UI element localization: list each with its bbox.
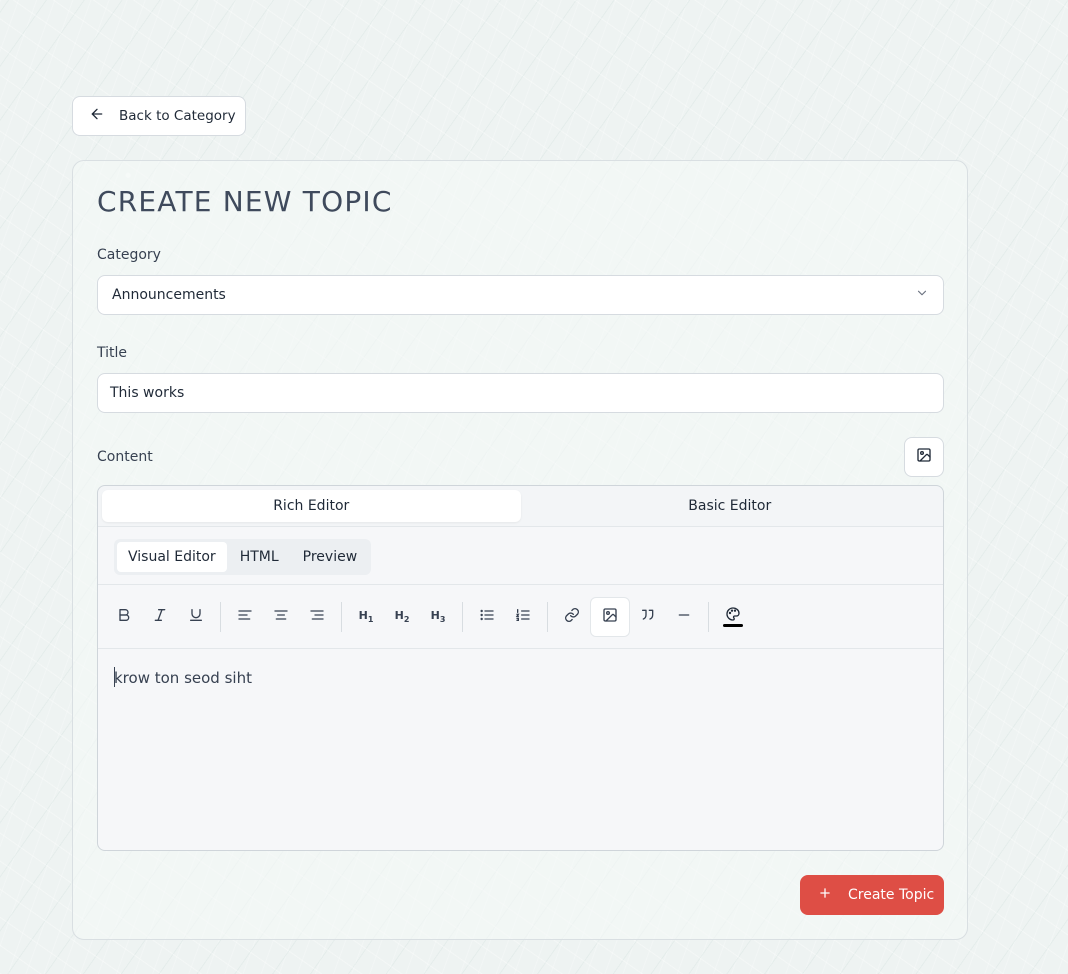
tab-rich-editor[interactable]: Rich Editor — [102, 490, 521, 522]
bold-icon — [116, 607, 132, 626]
underline-button[interactable] — [178, 599, 214, 635]
page-title: CREATE NEW TOPIC — [97, 185, 393, 218]
align-center-button[interactable] — [263, 599, 299, 635]
align-left-icon — [237, 607, 253, 626]
horizontal-rule-button[interactable] — [666, 599, 702, 635]
bullet-list-button[interactable] — [469, 599, 505, 635]
heading-1-icon: H1 — [358, 608, 374, 625]
content-editor: Rich Editor Basic Editor Visual Editor H… — [97, 485, 944, 851]
arrow-left-icon — [89, 106, 105, 126]
title-input[interactable]: This works — [97, 373, 944, 413]
link-button[interactable] — [554, 599, 590, 635]
editor-content-area[interactable]: krow ton seod siht — [114, 667, 252, 687]
palette-icon — [723, 606, 743, 627]
editor-mode-tabs: Rich Editor Basic Editor — [98, 486, 943, 526]
quote-button[interactable] — [630, 599, 666, 635]
toolbar-divider — [462, 601, 463, 632]
heading-2-button[interactable]: H2 — [384, 599, 420, 635]
chevron-down-icon — [915, 286, 929, 304]
align-right-button[interactable] — [299, 599, 335, 635]
align-left-button[interactable] — [227, 599, 263, 635]
link-icon — [564, 607, 580, 626]
align-center-icon — [273, 607, 289, 626]
heading-1-button[interactable]: H1 — [348, 599, 384, 635]
title-input-value: This works — [110, 385, 185, 401]
align-right-icon — [309, 607, 325, 626]
numbered-list-button[interactable] — [505, 599, 541, 635]
image-icon — [602, 607, 618, 626]
tab-html[interactable]: HTML — [229, 542, 290, 572]
quote-icon — [640, 607, 656, 626]
heading-3-icon: H3 — [430, 608, 446, 625]
tab-preview[interactable]: Preview — [292, 542, 369, 572]
italic-icon — [152, 607, 168, 626]
tab-visual-editor[interactable]: Visual Editor — [117, 542, 227, 572]
underline-icon — [188, 607, 204, 626]
title-label: Title — [97, 345, 128, 361]
category-select[interactable]: Announcements — [97, 275, 944, 315]
create-topic-button[interactable]: Create Topic — [800, 875, 944, 915]
formatting-toolbar: H1 H2 H3 — [98, 584, 943, 649]
text-color-button[interactable] — [715, 599, 751, 635]
color-indicator — [723, 624, 743, 627]
back-to-category-button[interactable]: Back to Category — [72, 96, 246, 136]
insert-image-button[interactable] — [904, 437, 944, 477]
horizontal-rule-icon — [676, 607, 692, 626]
rich-editor-panel: Visual Editor HTML Preview H1 H2 H3 krow… — [98, 526, 943, 850]
heading-3-button[interactable]: H3 — [420, 599, 456, 635]
toolbar-divider — [341, 601, 342, 632]
toolbar-divider — [547, 601, 548, 632]
bullet-list-icon — [479, 607, 495, 626]
create-topic-card: CREATE NEW TOPIC Category Announcements … — [72, 160, 968, 940]
back-button-label: Back to Category — [119, 108, 236, 124]
plus-icon — [818, 886, 832, 904]
category-label: Category — [97, 247, 161, 263]
editor-view-tabs: Visual Editor HTML Preview — [114, 539, 372, 575]
editor-text: krow ton seod siht — [114, 669, 252, 687]
image-button[interactable] — [590, 596, 630, 637]
toolbar-divider — [708, 601, 709, 632]
content-label: Content — [97, 449, 153, 465]
create-topic-label: Create Topic — [848, 887, 935, 903]
category-value: Announcements — [112, 287, 226, 303]
italic-button[interactable] — [142, 599, 178, 635]
tab-basic-editor[interactable]: Basic Editor — [521, 490, 940, 522]
bold-button[interactable] — [106, 599, 142, 635]
image-icon — [916, 447, 932, 467]
numbered-list-icon — [515, 607, 531, 626]
heading-2-icon: H2 — [394, 608, 410, 625]
toolbar-divider — [220, 601, 221, 632]
